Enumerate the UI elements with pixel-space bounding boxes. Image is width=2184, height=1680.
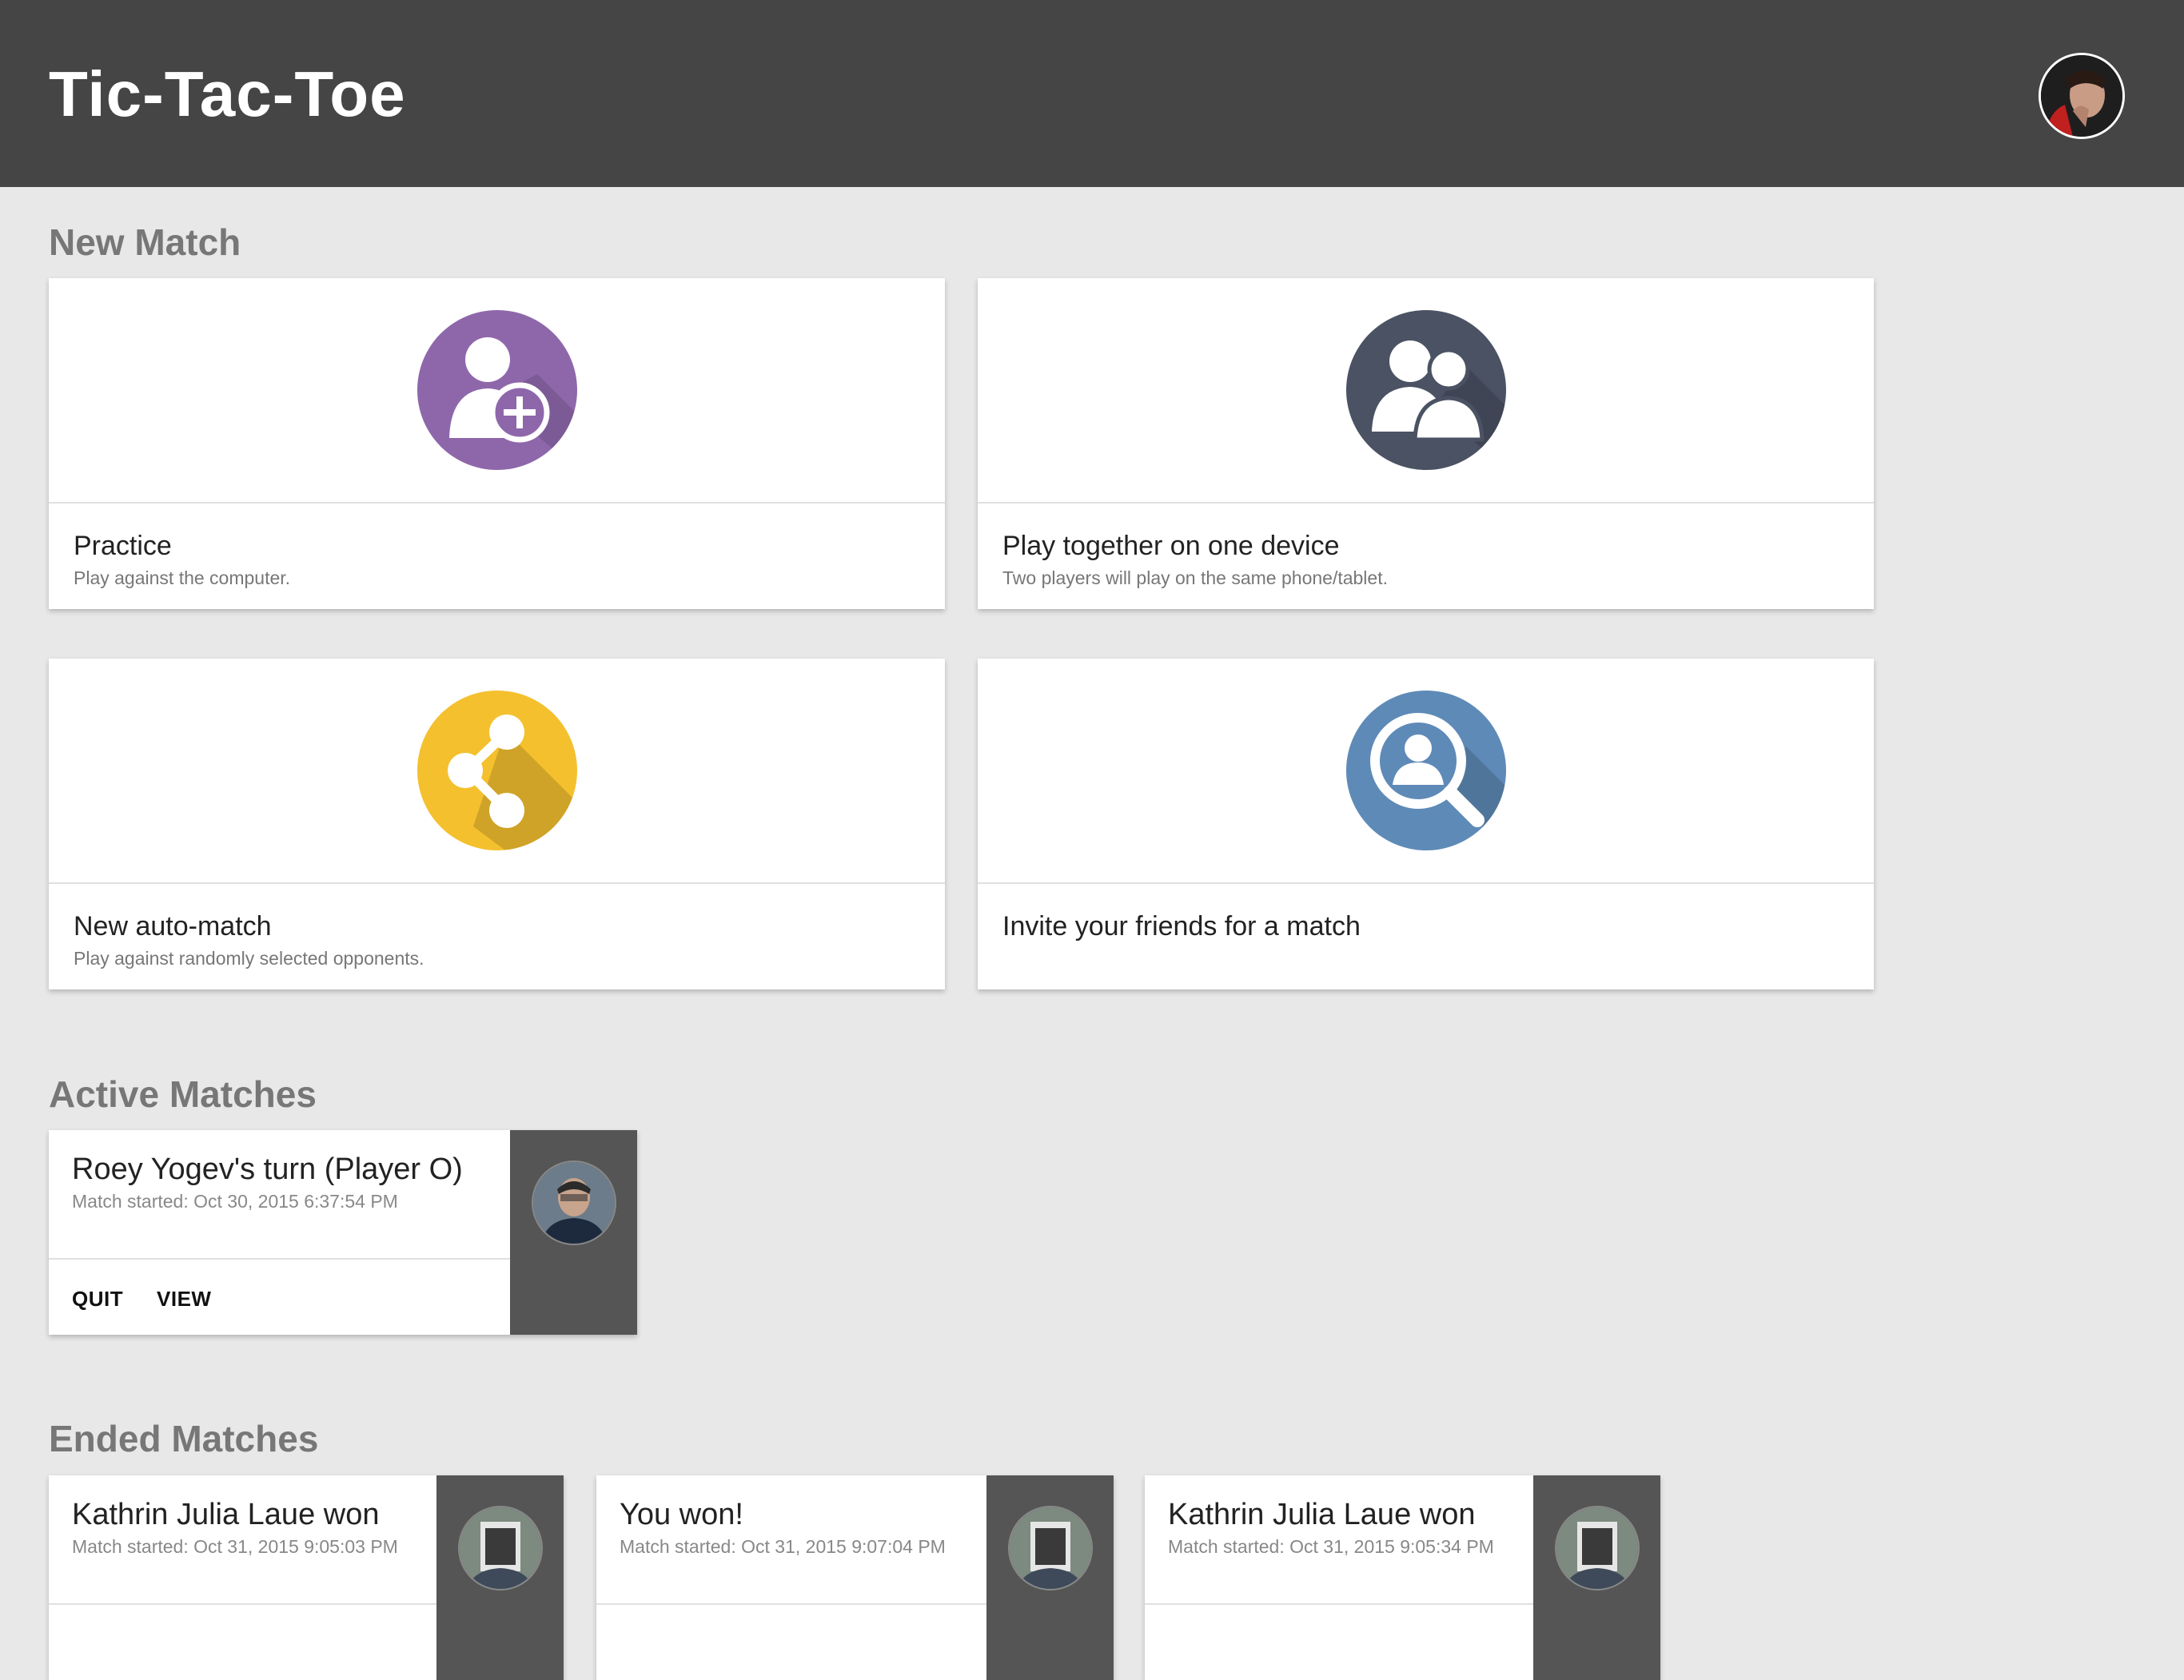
card-media xyxy=(49,659,945,884)
ended-matches-heading: Ended Matches xyxy=(49,1418,319,1459)
opponent-avatar xyxy=(1555,1506,1640,1590)
opponent-panel xyxy=(510,1130,637,1335)
match-title: Roey Yogev's turn (Player O) xyxy=(72,1153,463,1186)
two-people-icon xyxy=(1345,310,1506,470)
quit-button[interactable]: QUIT xyxy=(72,1287,123,1312)
match-title: Kathrin Julia Laue won xyxy=(72,1498,380,1531)
match-title: You won! xyxy=(620,1498,743,1531)
active-match-card: Roey Yogev's turn (Player O) Match start… xyxy=(49,1130,637,1335)
opponent-avatar xyxy=(1008,1506,1093,1590)
app-bar: Tic-Tac-Toe xyxy=(0,0,2184,187)
match-actions: QUIT VIEW xyxy=(49,1258,510,1335)
card-media xyxy=(978,659,1874,884)
user-photo-icon xyxy=(2041,55,2122,137)
opponent-photo-icon xyxy=(1556,1507,1638,1589)
active-matches-heading: Active Matches xyxy=(49,1073,317,1115)
match-start-time: Match started: Oct 31, 2015 9:05:03 PM xyxy=(72,1536,398,1557)
practice-card[interactable]: Practice Play against the computer. xyxy=(49,278,945,609)
match-actions xyxy=(1145,1603,1533,1680)
opponent-panel xyxy=(436,1475,564,1680)
ended-match-card: Kathrin Julia Laue won Match started: Oc… xyxy=(1145,1475,1660,1680)
invite-friends-card[interactable]: Invite your friends for a match xyxy=(978,659,1874,989)
match-title: Kathrin Julia Laue won xyxy=(1168,1498,1476,1531)
ended-match-card: Kathrin Julia Laue won Match started: Oc… xyxy=(49,1475,564,1680)
opponent-photo-icon xyxy=(533,1162,615,1244)
add-person-icon xyxy=(416,310,577,470)
opponent-photo-icon xyxy=(1010,1507,1091,1589)
card-title: Invite your friends for a match xyxy=(1002,911,1361,942)
card-subtitle: Two players will play on the same phone/… xyxy=(1002,567,1388,588)
play-together-card[interactable]: Play together on one device Two players … xyxy=(978,278,1874,609)
view-button[interactable]: VIEW xyxy=(157,1287,211,1312)
opponent-panel xyxy=(986,1475,1114,1680)
card-media xyxy=(49,278,945,504)
card-title: Play together on one device xyxy=(1002,531,1340,561)
match-start-time: Match started: Oct 31, 2015 9:07:04 PM xyxy=(620,1536,946,1557)
ended-match-card: You won! Match started: Oct 31, 2015 9:0… xyxy=(596,1475,1114,1680)
new-match-heading: New Match xyxy=(49,221,241,263)
share-icon xyxy=(416,691,577,850)
card-title: Practice xyxy=(74,531,172,561)
card-title: New auto-match xyxy=(74,911,272,942)
match-start-time: Match started: Oct 31, 2015 9:05:34 PM xyxy=(1168,1536,1494,1557)
opponent-panel xyxy=(1533,1475,1660,1680)
card-subtitle: Play against randomly selected opponents… xyxy=(74,948,424,969)
card-media xyxy=(978,278,1874,504)
opponent-avatar xyxy=(532,1160,616,1245)
opponent-photo-icon xyxy=(460,1507,541,1589)
match-actions xyxy=(49,1603,436,1680)
card-subtitle: Play against the computer. xyxy=(74,567,291,588)
match-actions xyxy=(596,1603,986,1680)
account-avatar[interactable] xyxy=(2039,53,2125,139)
opponent-avatar xyxy=(458,1506,543,1590)
search-person-icon xyxy=(1345,691,1506,850)
app-title: Tic-Tac-Toe xyxy=(49,58,406,129)
match-start-time: Match started: Oct 30, 2015 6:37:54 PM xyxy=(72,1191,398,1212)
auto-match-card[interactable]: New auto-match Play against randomly sel… xyxy=(49,659,945,989)
